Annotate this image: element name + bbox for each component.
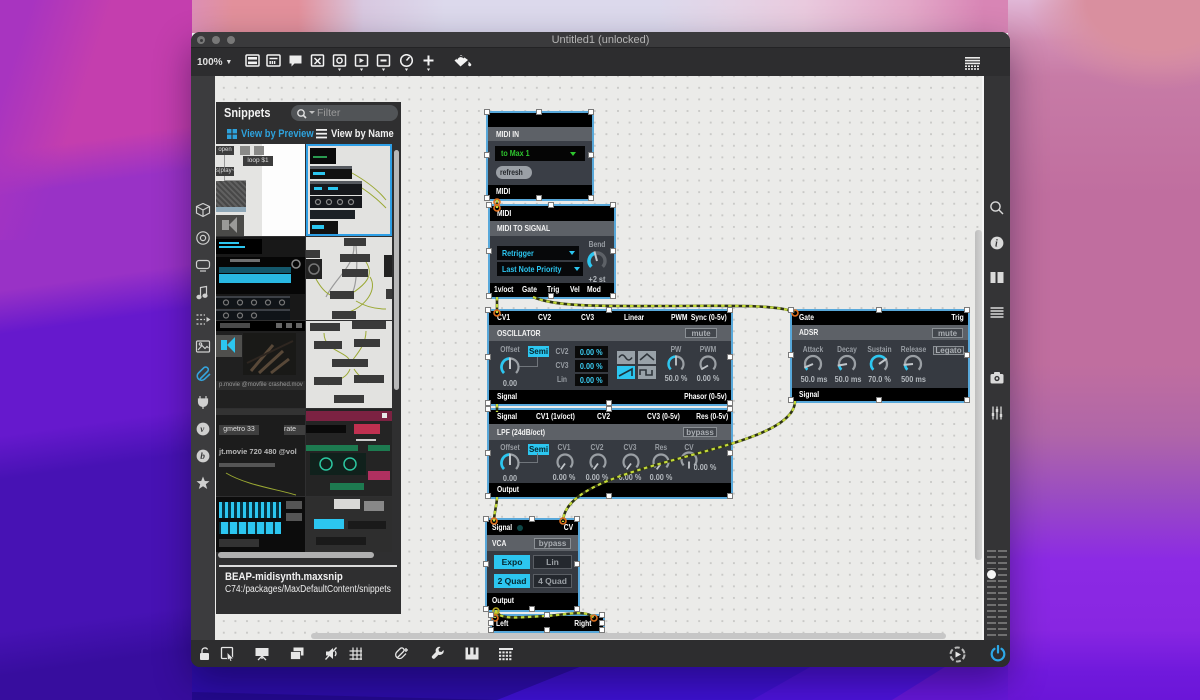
svg-text:i: i [995, 239, 998, 250]
svg-text:b: b [200, 452, 205, 462]
